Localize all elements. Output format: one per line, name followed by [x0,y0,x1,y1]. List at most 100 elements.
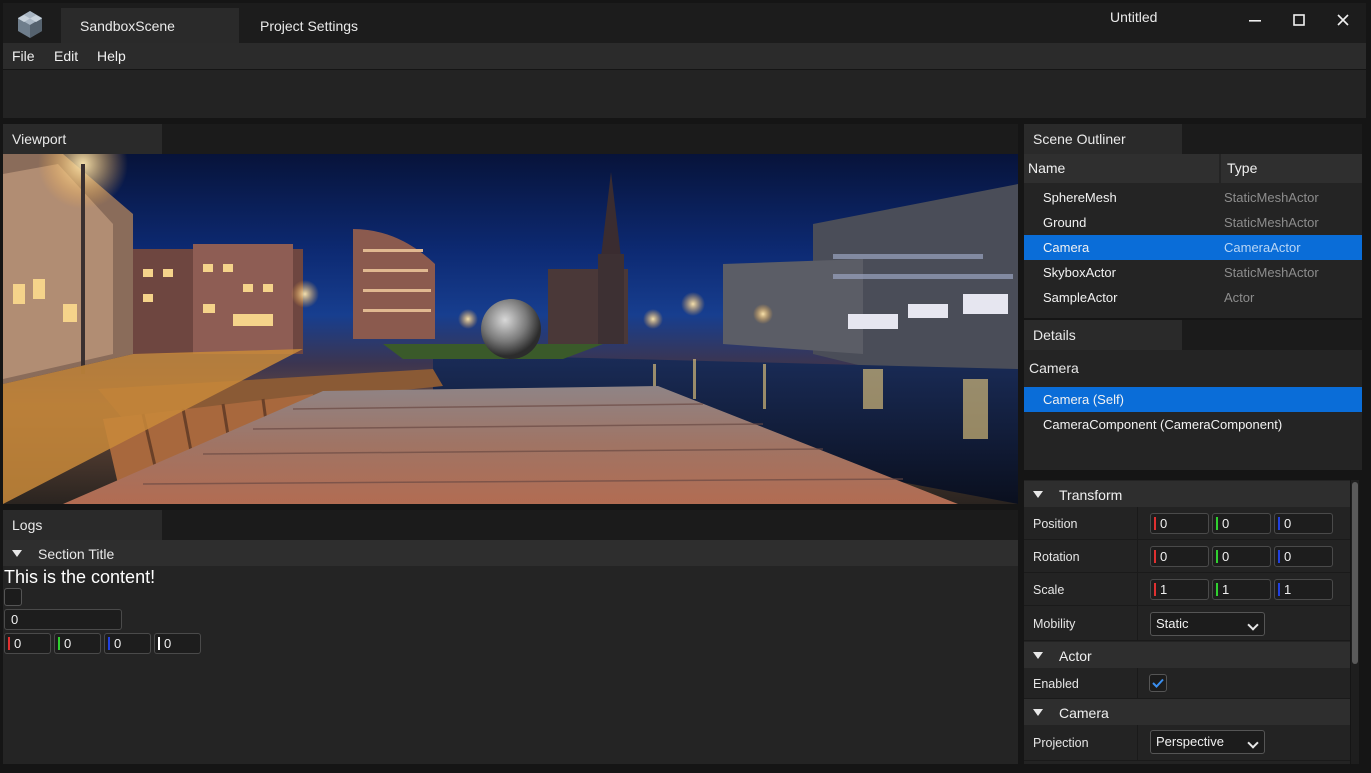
close-button[interactable] [1328,7,1358,33]
column-divider [1137,725,1138,760]
scale-x-field[interactable]: 1 [1150,579,1209,600]
section-title: Actor [1059,648,1092,664]
outliner-row[interactable]: SkyboxActor StaticMeshActor [1024,260,1362,285]
vector-x-field[interactable]: 0 [4,633,51,654]
checkmark-icon [1152,678,1164,688]
properties-scrollbar[interactable] [1351,480,1359,764]
section-title: Camera [1059,705,1109,721]
chevron-down-icon [1247,619,1259,631]
scale-row: Scale 1 1 1 [1024,573,1350,606]
tab-logs[interactable]: Logs [3,510,162,540]
tab-project-settings[interactable]: Project Settings [243,8,403,45]
tab-details[interactable]: Details [1024,320,1182,350]
field-value: 1 [1160,582,1168,597]
minimize-button[interactable] [1240,7,1270,33]
component-label: CameraComponent (CameraComponent) [1043,417,1283,432]
field-value: 0 [114,636,122,651]
scale-y-field[interactable]: 1 [1212,579,1271,600]
tab-scene-outliner[interactable]: Scene Outliner [1024,124,1182,154]
menu-file[interactable]: File [12,48,35,64]
mobility-label: Mobility [1033,617,1076,631]
axis-y-marker [1216,517,1218,530]
position-x-field[interactable]: 0 [1150,513,1209,534]
outliner-row[interactable]: SphereMesh StaticMeshActor [1024,185,1362,210]
actor-type: StaticMeshActor [1224,265,1319,280]
position-y-field[interactable]: 0 [1212,513,1271,534]
menu-edit[interactable]: Edit [54,48,78,64]
vector-y-field[interactable]: 0 [54,633,101,654]
field-value: 0 [1222,516,1230,531]
position-row: Position 0 0 0 [1024,507,1350,540]
actor-type: StaticMeshActor [1224,215,1319,230]
vector-z-field[interactable]: 0 [104,633,151,654]
rotation-z-field[interactable]: 0 [1274,546,1333,567]
rotation-row: Rotation 0 0 0 [1024,540,1350,573]
column-divider [1137,668,1138,698]
dropdown-value: Static [1156,616,1189,631]
actor-name: Ground [1043,215,1087,230]
field-value: 0 [164,636,172,651]
scrollbar-thumb[interactable] [1352,482,1358,664]
outliner-row-selected[interactable]: Camera CameraActor [1024,235,1362,260]
field-value: 0 [1222,549,1230,564]
maximize-button[interactable] [1284,7,1314,33]
axis-x-marker [8,637,10,650]
axis-z-marker [1278,517,1280,530]
actor-name: SkyboxActor [1043,265,1116,280]
component-row-selected[interactable]: Camera (Self) [1024,387,1362,412]
column-header-name[interactable]: Name [1024,154,1219,183]
tab-label: Details [1033,327,1076,343]
component-label: Camera (Self) [1043,392,1124,407]
component-row[interactable]: CameraComponent (CameraComponent) [1024,412,1362,437]
scene-outliner: Name Type SphereMesh StaticMeshActor Grou… [1024,154,1362,318]
log-checkbox[interactable] [4,588,22,606]
field-value: 0 [14,636,22,651]
position-z-field[interactable]: 0 [1274,513,1333,534]
transform-section-header[interactable]: Transform [1024,481,1350,507]
section-header[interactable]: Section Title [3,540,1018,566]
rotation-y-field[interactable]: 0 [1212,546,1271,567]
tab-viewport[interactable]: Viewport [3,124,162,154]
field-value: 0 [1284,549,1292,564]
collapse-arrow-icon [12,550,22,557]
app-logo-icon [18,11,42,38]
projection-dropdown[interactable]: Perspective [1150,730,1265,754]
axis-z-marker [108,637,110,650]
axis-z-marker [1278,550,1280,563]
actor-section-header[interactable]: Actor [1024,642,1350,668]
logs-panel: Section Title This is the content! 0 0 0… [3,540,1018,764]
axis-y-marker [1216,583,1218,596]
projection-label: Projection [1033,736,1089,750]
menu-help[interactable]: Help [97,48,126,64]
axis-x-marker [1154,517,1156,530]
field-value: 0 [1160,516,1168,531]
outliner-row[interactable]: Ground StaticMeshActor [1024,210,1362,235]
number-field[interactable]: 0 [4,609,122,630]
toolbar [3,70,1366,118]
enabled-checkbox[interactable] [1149,674,1167,692]
collapse-arrow-icon [1033,652,1043,659]
title-bar: SandboxScene Project Settings Untitled [3,3,1366,45]
field-value: 0 [1284,516,1292,531]
rotation-x-field[interactable]: 0 [1150,546,1209,567]
tab-sandbox-scene[interactable]: SandboxScene [61,8,239,45]
collapse-arrow-icon [1033,709,1043,716]
scale-z-field[interactable]: 1 [1274,579,1333,600]
details-actor-name: Camera [1029,360,1079,376]
field-value: 1 [1222,582,1230,597]
scene-viewport[interactable] [3,154,1018,504]
actor-type: StaticMeshActor [1224,190,1319,205]
mobility-dropdown[interactable]: Static [1150,612,1265,636]
maximize-icon [1293,14,1305,26]
vector-w-field[interactable]: 0 [154,633,201,654]
column-header-type[interactable]: Type [1221,154,1362,183]
outliner-row[interactable]: SampleActor Actor [1024,285,1362,310]
actor-type: Actor [1224,290,1255,305]
field-value: 0 [64,636,72,651]
section-title: Transform [1059,487,1123,503]
camera-section-header[interactable]: Camera [1024,699,1350,725]
column-divider [1137,606,1138,640]
chevron-down-icon [1247,737,1259,749]
axis-y-marker [1216,550,1218,563]
projection-row: Projection Perspective [1024,725,1350,761]
